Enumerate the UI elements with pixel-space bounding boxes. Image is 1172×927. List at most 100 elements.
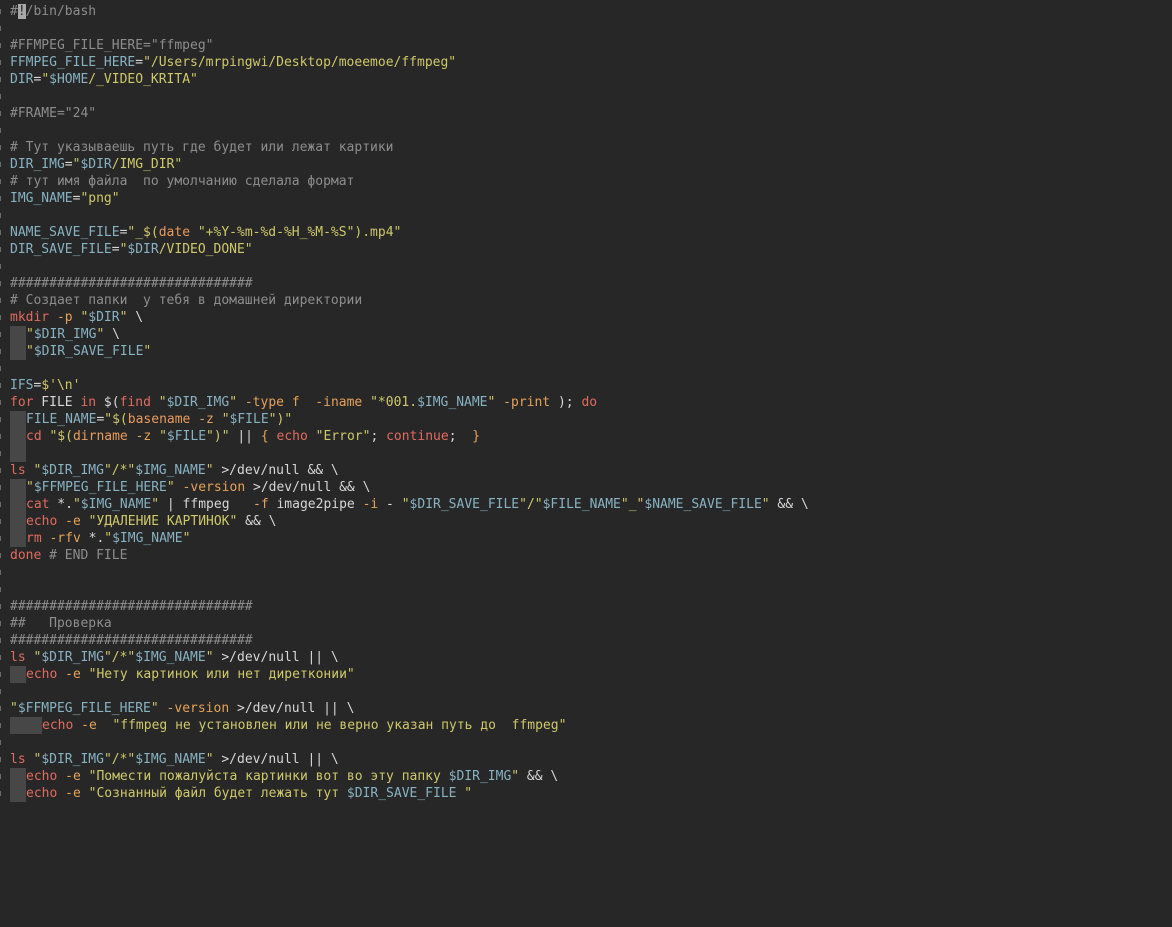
code-line[interactable]: ls "$DIR_IMG"/*"$IMG_NAME" >/dev/null ||…: [0, 751, 1172, 768]
code-token: # тут имя файла по умолчанию сделала фор…: [10, 174, 355, 189]
code-line[interactable]: FFMPEG_FILE_HERE="/Users/mrpingwi/Deskto…: [0, 54, 1172, 71]
code-line[interactable]: [0, 734, 1172, 751]
gutter-mark: [0, 723, 1, 728]
code-line[interactable]: # Тут указываешь путь где будет или лежа…: [0, 139, 1172, 156]
gutter-mark: [0, 315, 1, 320]
code-line[interactable]: IMG_NAME="png": [0, 190, 1172, 207]
code-line[interactable]: DIR_IMG="$DIR/IMG_DIR": [0, 156, 1172, 173]
code-line[interactable]: FILE_NAME="$(basename -z "$FILE")": [0, 411, 1172, 428]
code-line[interactable]: # Создает папки у тебя в домашней директ…: [0, 292, 1172, 309]
gutter-mark: [0, 740, 1, 745]
code-token: #: [10, 4, 18, 19]
code-line[interactable]: "$DIR_SAVE_FILE": [0, 343, 1172, 360]
code-token: echo: [26, 769, 58, 784]
indent-guide: [10, 513, 26, 530]
code-token: ###############################: [10, 633, 253, 648]
code-token: ": [10, 701, 18, 716]
code-line[interactable]: #FRAME="24": [0, 105, 1172, 122]
code-line[interactable]: ls "$DIR_IMG"/*"$IMG_NAME" >/dev/null &&…: [0, 462, 1172, 479]
gutter-mark: [0, 434, 1, 439]
code-line[interactable]: [0, 88, 1172, 105]
code-token: rm: [26, 531, 42, 546]
code-line[interactable]: echo -e "Сознанный файл будет лежать тут…: [0, 785, 1172, 802]
code-line[interactable]: [0, 207, 1172, 224]
code-token: FILE: [33, 395, 81, 410]
code-line[interactable]: #FFMPEG_FILE_HERE="ffmpeg": [0, 37, 1172, 54]
code-token: #FFMPEG_FILE_HERE="ffmpeg": [10, 38, 214, 53]
code-line[interactable]: [0, 122, 1172, 139]
code-token: FILE_NAME: [26, 412, 97, 427]
code-line[interactable]: "$DIR_IMG" \: [0, 326, 1172, 343]
code-token: >/dev/null && \: [245, 480, 371, 495]
gutter-mark: [0, 162, 1, 167]
gutter-mark: [0, 264, 1, 269]
code-line[interactable]: echo -e "ffmpeg не установлен или не вер…: [0, 717, 1172, 734]
code-token: echo: [26, 786, 58, 801]
code-line[interactable]: [0, 581, 1172, 598]
code-line[interactable]: cd "$(dirname -z "$FILE")" || { echo "Er…: [0, 428, 1172, 445]
code-line[interactable]: "$FFMPEG_FILE_HERE" -version >/dev/null …: [0, 700, 1172, 717]
code-token: $IMG_NAME: [80, 497, 152, 512]
code-token: IMG_NAME: [10, 191, 73, 206]
code-token: \: [127, 310, 144, 325]
code-token: cat: [26, 497, 50, 512]
code-line[interactable]: [0, 360, 1172, 377]
code-line[interactable]: ls "$DIR_IMG"/*"$IMG_NAME" >/dev/null ||…: [0, 649, 1172, 666]
code-token: "/*": [103, 650, 136, 665]
code-token: "_$(: [127, 225, 159, 240]
code-token: find: [119, 395, 151, 410]
code-line[interactable]: [0, 683, 1172, 700]
code-token: >/dev/null && \: [213, 463, 339, 478]
code-token: ###############################: [10, 276, 253, 291]
gutter-mark: [0, 570, 1, 575]
code-token: /VIDEO_DONE": [158, 242, 253, 257]
code-line[interactable]: mkdir -p "$DIR" \: [0, 309, 1172, 326]
code-line[interactable]: DIR="$HOME/_VIDEO_KRITA": [0, 71, 1172, 88]
code-line[interactable]: ###############################: [0, 598, 1172, 615]
code-line[interactable]: cat *."$IMG_NAME" | ffmpeg -f image2pipe…: [0, 496, 1172, 513]
code-line[interactable]: IFS=$'\n': [0, 377, 1172, 394]
code-token: "+%Y-%m-%d-%H_%M-%S").mp4": [190, 225, 402, 240]
code-line[interactable]: rm -rfv *."$IMG_NAME": [0, 530, 1172, 547]
code-line[interactable]: ###############################: [0, 275, 1172, 292]
code-token: $(: [96, 395, 120, 410]
indent-guide: [10, 717, 26, 734]
code-line[interactable]: [0, 20, 1172, 37]
code-line[interactable]: echo -e "УДАЛЕНИЕ КАРТИНОК" && \: [0, 513, 1172, 530]
code-line[interactable]: NAME_SAVE_FILE="_$(date "+%Y-%m-%d-%H_%M…: [0, 224, 1172, 241]
code-line[interactable]: echo -e "Нету картинок или нет диреткони…: [0, 666, 1172, 683]
code-line[interactable]: [0, 445, 1172, 462]
code-line[interactable]: "$FFMPEG_FILE_HERE" -version >/dev/null …: [0, 479, 1172, 496]
code-line[interactable]: [0, 258, 1172, 275]
code-line[interactable]: for FILE in $(find "$DIR_IMG" -type f -i…: [0, 394, 1172, 411]
gutter-mark: [0, 128, 1, 133]
indent-guide: [10, 666, 26, 683]
code-line[interactable]: [0, 564, 1172, 581]
gutter-mark: [0, 196, 1, 201]
code-line[interactable]: #!/bin/bash: [0, 3, 1172, 20]
code-line[interactable]: ###############################: [0, 632, 1172, 649]
code-line[interactable]: done # END FILE: [0, 547, 1172, 564]
code-token: $DIR_SAVE_FILE: [409, 497, 520, 512]
code-token: $DIR_IMG: [448, 769, 512, 784]
code-line[interactable]: ## Проверка: [0, 615, 1172, 632]
gutter-mark: [0, 281, 1, 286]
code-token: done: [10, 548, 42, 563]
code-line[interactable]: # тут имя файла по умолчанию сделала фор…: [0, 173, 1172, 190]
code-line[interactable]: echo -e "Помести пожалуйста картинки вот…: [0, 768, 1172, 785]
code-token: "/*": [103, 752, 136, 767]
code-token: $DIR: [80, 157, 112, 172]
indent-guide: [10, 785, 26, 802]
indent-guide: [10, 445, 26, 462]
code-editor[interactable]: #!/bin/bash #FFMPEG_FILE_HERE="ffmpeg" FFM…: [0, 3, 1172, 923]
code-token: -p: [56, 310, 73, 325]
code-line[interactable]: DIR_SAVE_FILE="$DIR/VIDEO_DONE": [0, 241, 1172, 258]
gutter-mark: [0, 383, 1, 388]
